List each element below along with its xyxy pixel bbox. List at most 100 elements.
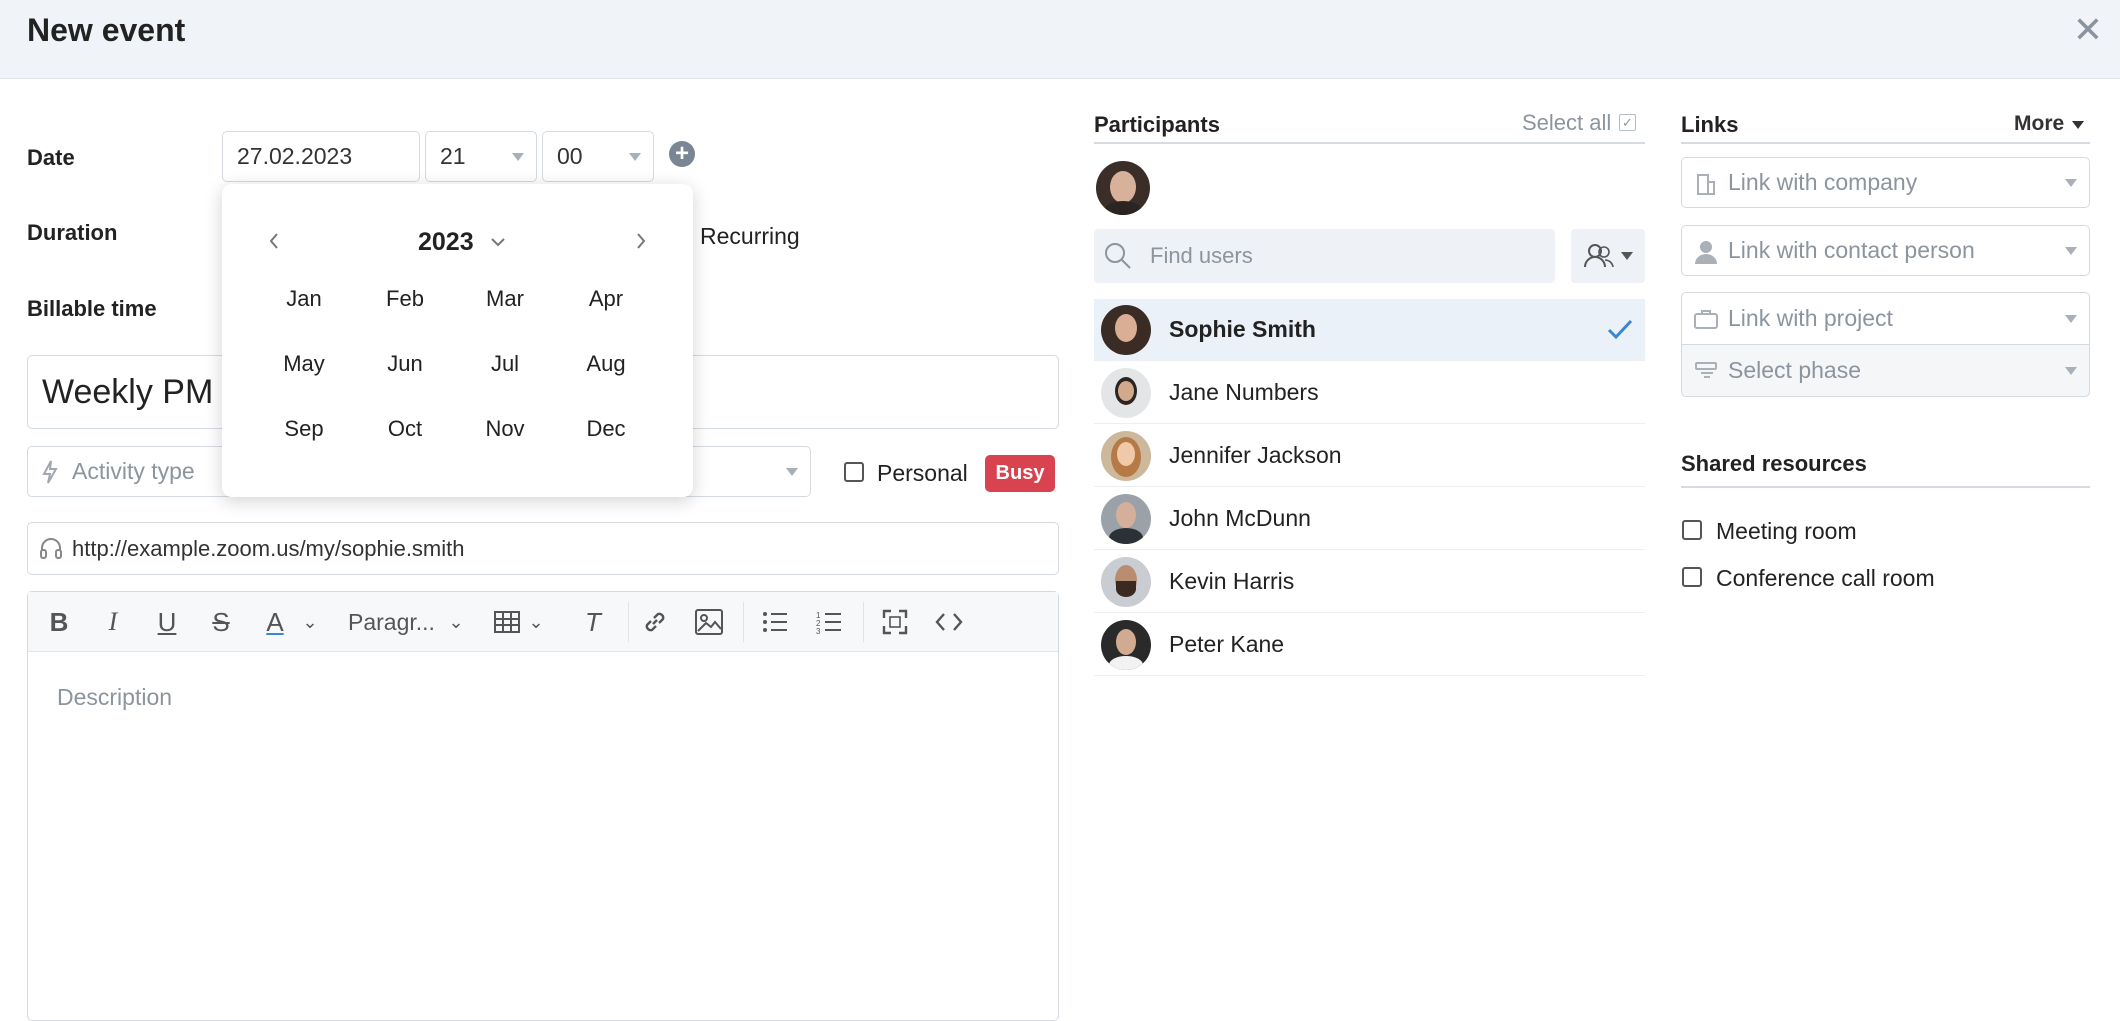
chevron-left-icon[interactable] [268,232,280,250]
headset-icon [40,538,62,559]
user-group-icon [1584,244,1614,268]
shared-resources-divider [1681,486,2090,488]
building-icon [1697,174,1715,195]
underline-icon[interactable]: U [152,606,182,638]
month-dec[interactable]: Dec [566,416,646,442]
toolbar-divider [863,602,864,642]
person-icon [1695,241,1717,264]
link-contact-select[interactable]: Link with contact person [1681,225,2090,276]
dialog-title: New event [27,12,186,48]
date-input[interactable]: 27.02.2023 [222,131,420,182]
month-feb[interactable]: Feb [365,286,445,312]
link-project-select[interactable]: Link with project [1681,292,2090,344]
participant-row[interactable]: Peter Kane [1094,614,1645,676]
chevron-down-icon [2065,314,2077,323]
italic-icon[interactable]: I [98,606,128,638]
close-icon[interactable]: ✕ [2070,12,2106,48]
participant-row[interactable]: John McDunn [1094,488,1645,550]
dialog-header: New event ✕ [0,0,2120,79]
month-picker-popup: 2023 Jan Feb Mar Apr May Jun Jul Aug Sep… [222,184,693,497]
clear-formatting-icon[interactable]: T [578,606,608,638]
avatar [1101,367,1151,418]
busy-badge[interactable]: Busy [985,455,1055,492]
chevron-down-icon [512,152,524,161]
link-company-select[interactable]: Link with company [1681,157,2090,208]
selected-participant-avatar[interactable] [1096,161,1150,215]
conference-call-room-checkbox[interactable] [1682,567,1702,587]
month-mar[interactable]: Mar [465,286,545,312]
meeting-url-input[interactable]: http://example.zoom.us/my/sophie.smith [27,522,1059,575]
source-code-icon[interactable] [935,611,963,633]
participant-row[interactable]: Jennifer Jackson [1094,425,1645,487]
minute-value: 00 [557,143,583,169]
chevron-down-icon [1621,252,1633,260]
chevron-down-icon[interactable]: ⌄ [446,606,466,638]
participant-name: Jane Numbers [1169,379,1319,405]
activity-type-placeholder: Activity type [72,458,195,484]
bullet-list-icon[interactable] [762,610,788,634]
links-title: Links [1681,112,1739,137]
month-oct[interactable]: Oct [365,416,445,442]
participant-name: Peter Kane [1169,631,1285,657]
add-time-icon[interactable]: + [669,141,695,167]
month-jul[interactable]: Jul [465,351,545,377]
year-select[interactable]: 2023 [418,228,474,257]
numbered-list-icon[interactable]: 123 [816,610,842,634]
table-icon[interactable] [494,611,520,633]
minute-select[interactable]: 00 [542,131,654,182]
link-icon[interactable] [641,608,669,636]
meeting-url-value: http://example.zoom.us/my/sophie.smith [72,535,465,561]
participant-row[interactable]: Jane Numbers [1094,362,1645,424]
chevron-down-icon[interactable] [2072,121,2084,129]
check-icon [1607,319,1633,340]
image-icon[interactable] [695,609,723,635]
phase-icon [1695,362,1717,378]
participant-row[interactable]: Sophie Smith [1094,299,1645,361]
meeting-room-checkbox[interactable] [1682,520,1702,540]
personal-checkbox[interactable] [844,462,864,482]
month-nov[interactable]: Nov [465,416,545,442]
month-sep[interactable]: Sep [264,416,344,442]
text-color-icon[interactable]: A [260,606,290,638]
avatar [1101,619,1151,670]
conference-call-room-label: Conference call room [1716,565,1935,591]
chevron-down-icon[interactable]: ⌄ [526,606,546,638]
toolbar-divider [743,602,744,642]
event-title-value: Weekly PM [42,372,214,411]
select-phase-select[interactable]: Select phase [1681,344,2090,397]
fullscreen-icon[interactable] [882,609,908,635]
editor-toolbar: B I U S A ⌄ Paragr... ⌄ ⌄ T 123 [28,592,1058,652]
svg-text:3: 3 [816,627,821,634]
more-menu[interactable]: More [2014,112,2064,136]
month-jun[interactable]: Jun [365,351,445,377]
paragraph-format-select[interactable]: Paragr... [348,606,443,638]
month-aug[interactable]: Aug [566,351,646,377]
select-all-link[interactable]: Select all [1522,110,1611,136]
meeting-room-label: Meeting room [1716,518,1857,544]
personal-label: Personal [877,460,968,486]
recurring-label[interactable]: Recurring [700,223,800,250]
link-contact-placeholder: Link with contact person [1728,237,1975,263]
find-users-input[interactable]: Find users [1094,229,1555,283]
strikethrough-icon[interactable]: S [206,606,236,638]
month-apr[interactable]: Apr [566,286,646,312]
bold-icon[interactable]: B [44,606,74,638]
chevron-right-icon[interactable] [635,232,647,250]
link-project-placeholder: Link with project [1728,305,1893,331]
chevron-down-icon [786,467,798,476]
select-phase-placeholder: Select phase [1728,357,1861,383]
duration-label: Duration [27,220,118,245]
briefcase-icon [1694,310,1718,329]
participant-name: John McDunn [1169,505,1311,531]
user-groups-button[interactable] [1571,229,1645,283]
chevron-down-icon [2065,246,2077,255]
month-jan[interactable]: Jan [264,286,344,312]
avatar [1101,430,1151,481]
select-all-checkbox[interactable]: ✓ [1619,114,1636,131]
chevron-down-icon[interactable]: ⌄ [300,606,320,638]
participant-row[interactable]: Kevin Harris [1094,551,1645,613]
description-editor[interactable]: B I U S A ⌄ Paragr... ⌄ ⌄ T 123 Descript… [27,591,1059,1021]
chevron-down-icon[interactable] [490,236,506,248]
month-may[interactable]: May [264,351,344,377]
hour-select[interactable]: 21 [425,131,537,182]
